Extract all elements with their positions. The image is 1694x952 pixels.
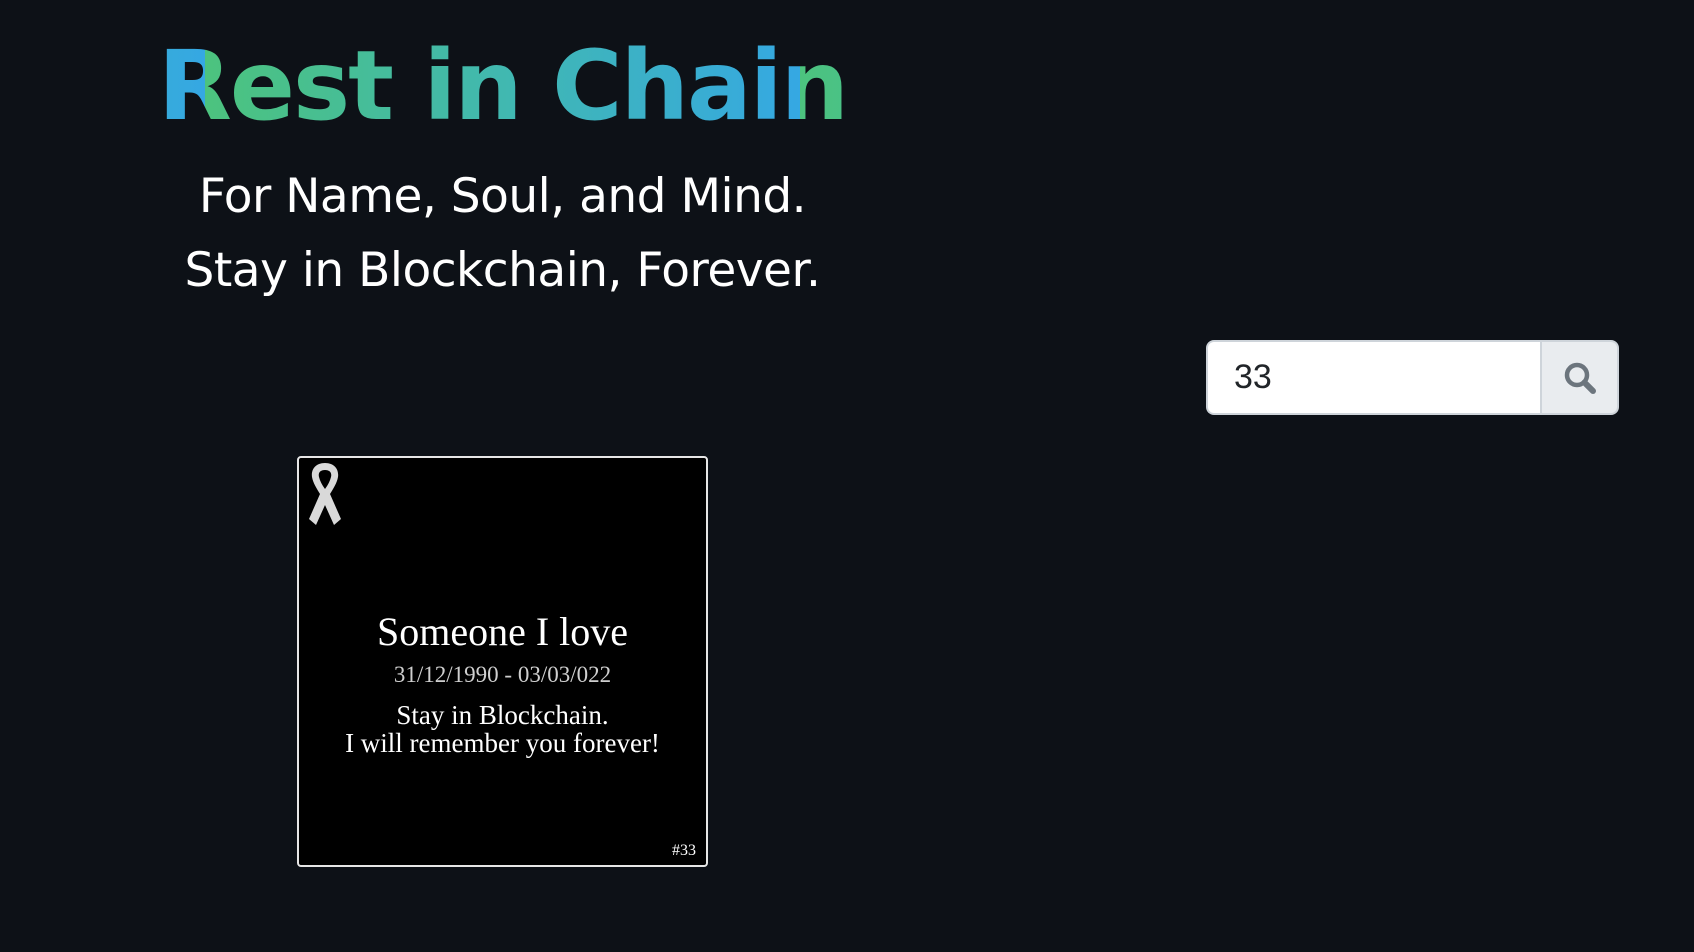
search-bar	[1206, 340, 1619, 415]
ribbon-icon	[309, 463, 341, 525]
tagline-line-2: Stay in Blockchain, Forever.	[184, 243, 821, 298]
life-dates: 31/12/1990 - 03/03/022	[393, 662, 612, 687]
search-input[interactable]	[1206, 340, 1540, 415]
memorial-message: Stay in Blockchain. I will remember you …	[299, 701, 706, 757]
memorial-message-line-1: Stay in Blockchain.	[396, 700, 609, 730]
site-title: Rest in Chain	[0, 30, 1005, 142]
search-button[interactable]	[1540, 340, 1619, 415]
token-id-label: #33	[672, 842, 696, 859]
tagline-line-1: For Name, Soul, and Mind.	[198, 169, 807, 224]
memorial-message-line-2: I will remember you forever!	[345, 728, 660, 758]
deceased-name: Someone I love	[376, 609, 629, 654]
memorial-card[interactable]: Someone I love 31/12/1990 - 03/03/022 St…	[297, 456, 708, 867]
search-icon	[1564, 362, 1596, 394]
